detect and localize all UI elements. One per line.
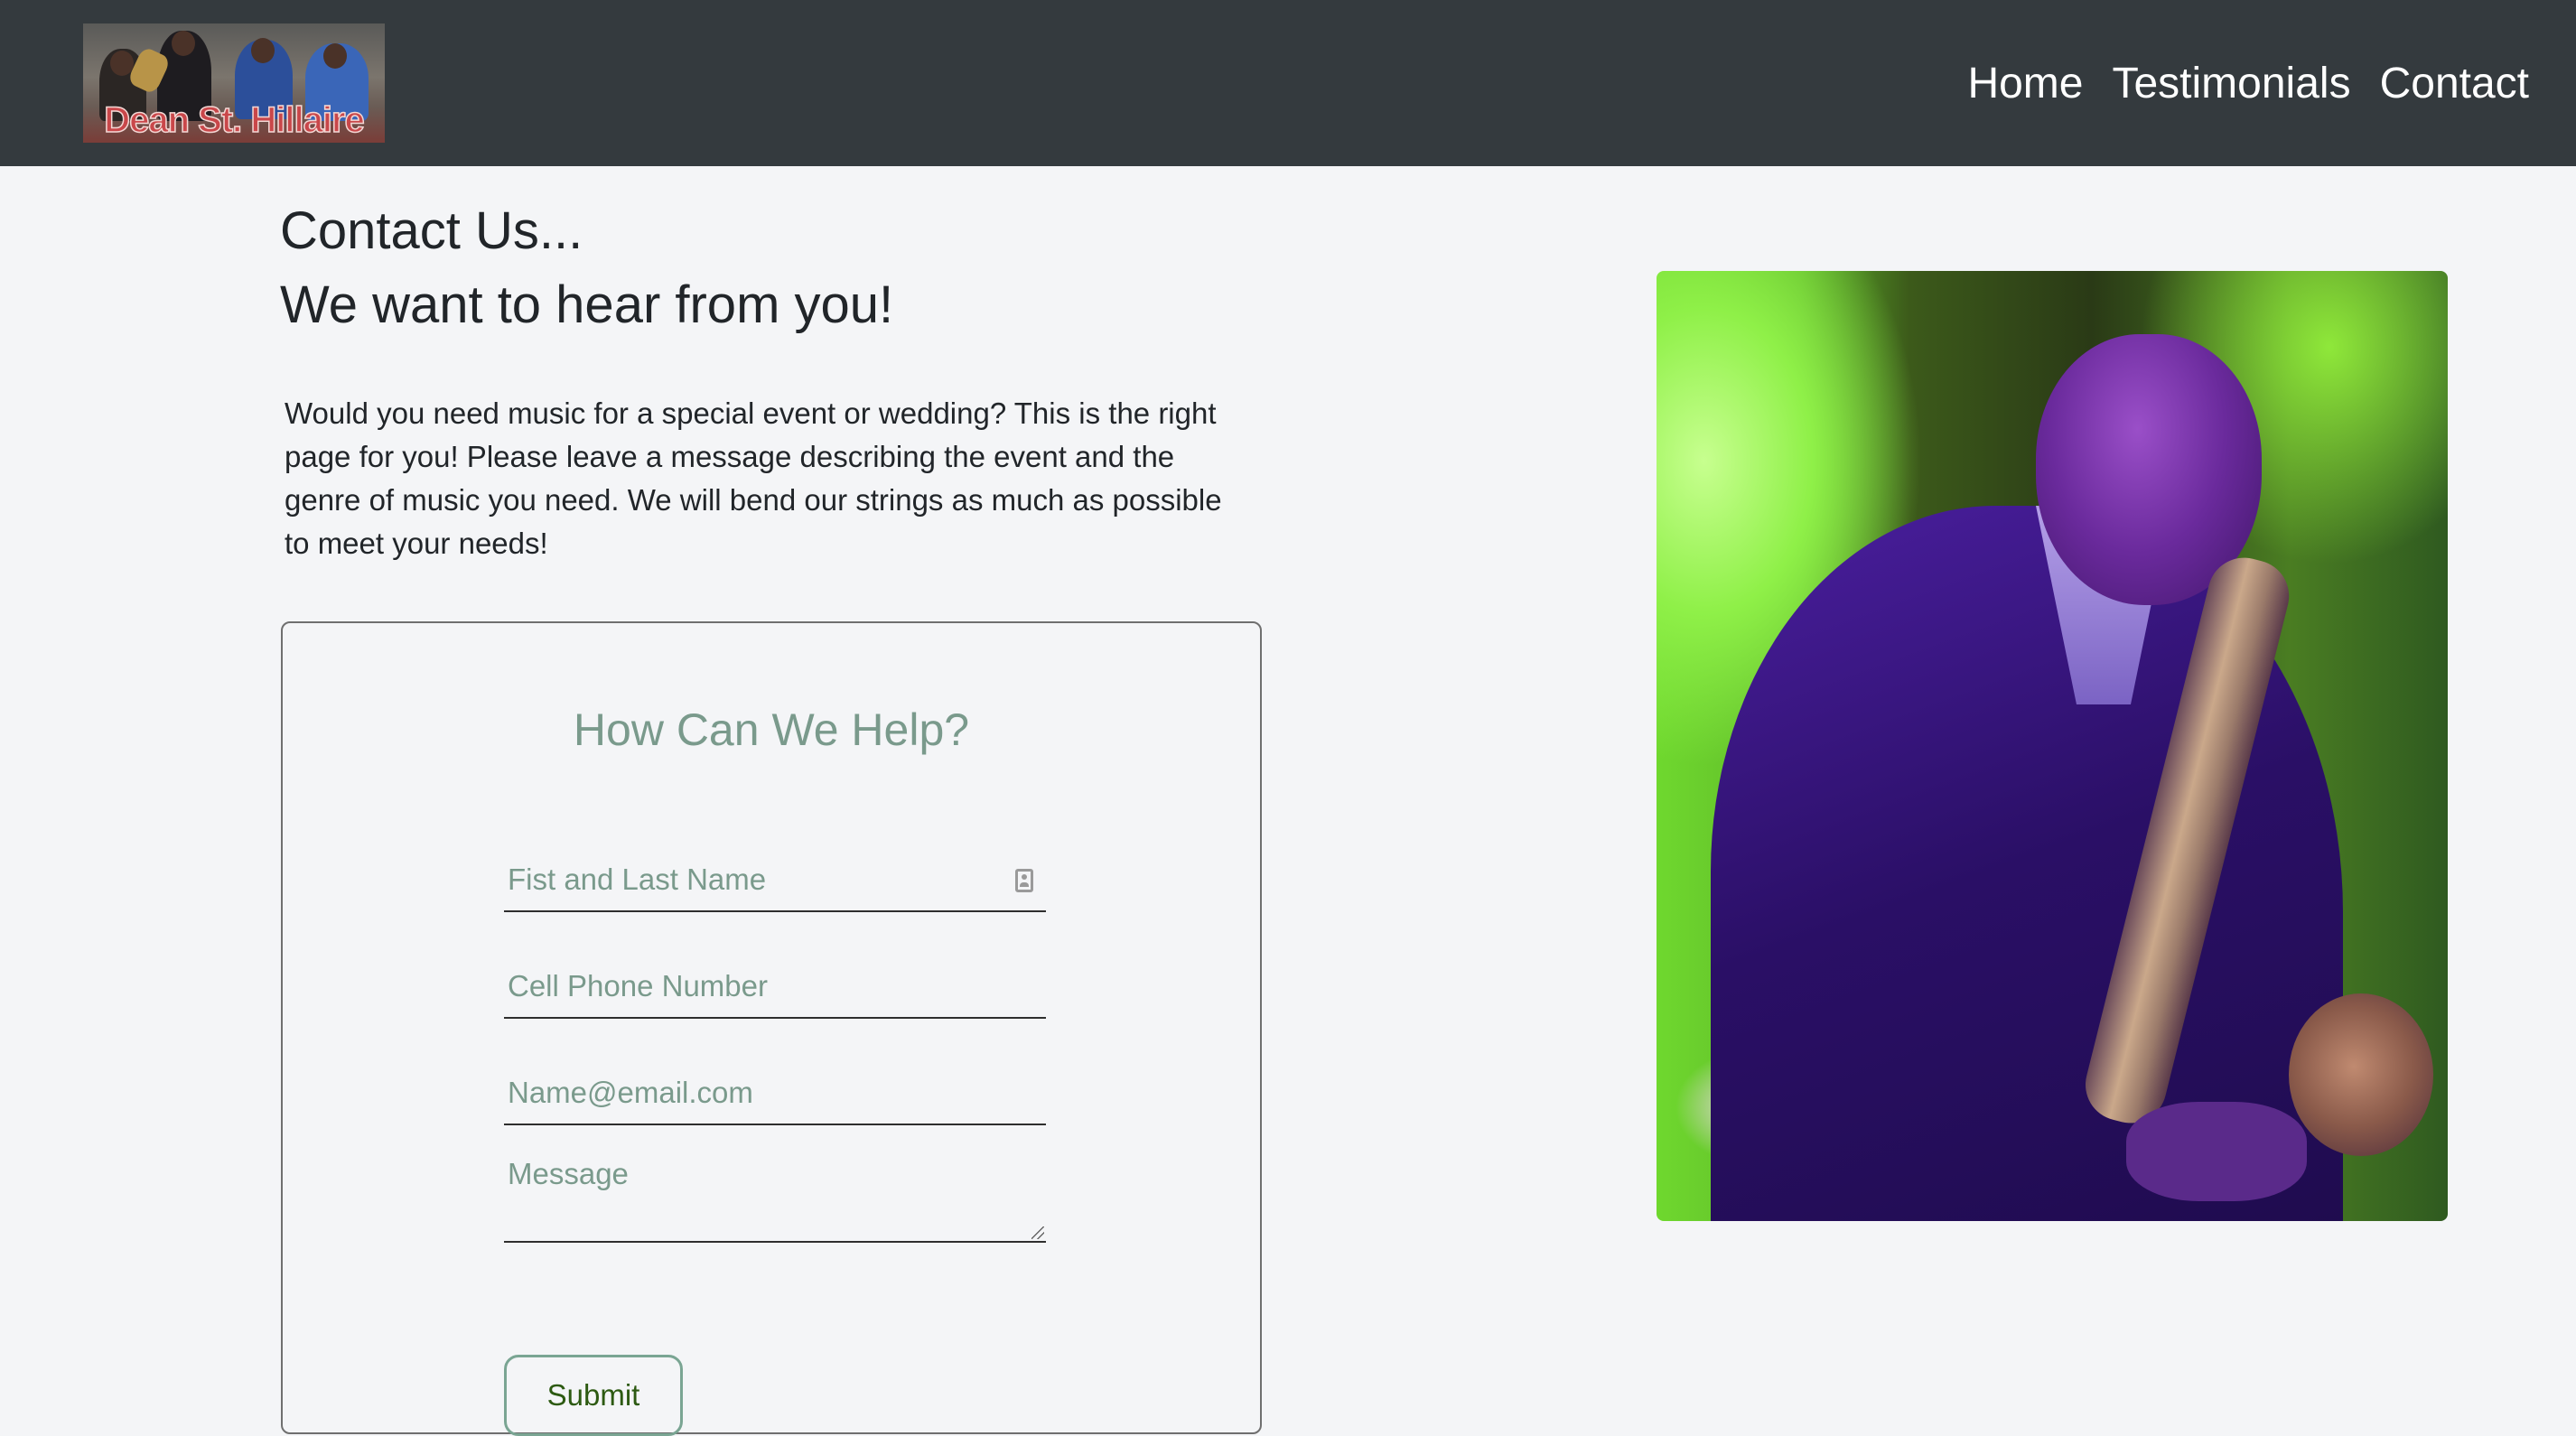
name-input[interactable]	[504, 849, 1046, 910]
resize-handle-icon[interactable]	[1031, 1226, 1044, 1239]
logo-figure-head	[172, 31, 195, 56]
contact-form: How Can We Help? Submit	[281, 621, 1262, 1436]
intro-paragraph: Would you need music for a special event…	[285, 396, 1222, 560]
top-navbar: Dean St. Hillaire Home Testimonials Cont…	[0, 0, 2576, 166]
submit-button[interactable]: Submit	[504, 1355, 683, 1436]
phone-input[interactable]	[504, 956, 1046, 1017]
form-title: How Can We Help?	[573, 704, 970, 755]
nav-link-testimonials[interactable]: Testimonials	[2112, 52, 2350, 116]
logo-figure-head	[251, 38, 275, 63]
message-textarea[interactable]	[504, 1154, 1046, 1241]
phone-field-wrapper	[504, 956, 1046, 1019]
contact-card-icon[interactable]	[1015, 869, 1033, 892]
email-input[interactable]	[504, 1062, 1046, 1124]
site-logo[interactable]: Dean St. Hillaire	[83, 23, 385, 143]
message-field-wrapper	[504, 1154, 1046, 1243]
photo-saxophone-bell	[2289, 993, 2433, 1156]
logo-figure-head	[323, 43, 347, 69]
nav-link-contact[interactable]: Contact	[2380, 52, 2529, 116]
page-subtitle: We want to hear from you!	[280, 275, 894, 334]
name-field-wrapper	[504, 849, 1046, 912]
main-nav: Home Testimonials Contact	[1967, 52, 2529, 116]
saxophonist-photo	[1657, 271, 2448, 1221]
logo-text: Dean St. Hillaire	[103, 99, 365, 141]
photo-performer-hand	[2126, 1102, 2307, 1201]
page-title: Contact Us...	[280, 201, 583, 260]
email-field-wrapper	[504, 1062, 1046, 1125]
nav-link-home[interactable]: Home	[1967, 52, 2083, 116]
